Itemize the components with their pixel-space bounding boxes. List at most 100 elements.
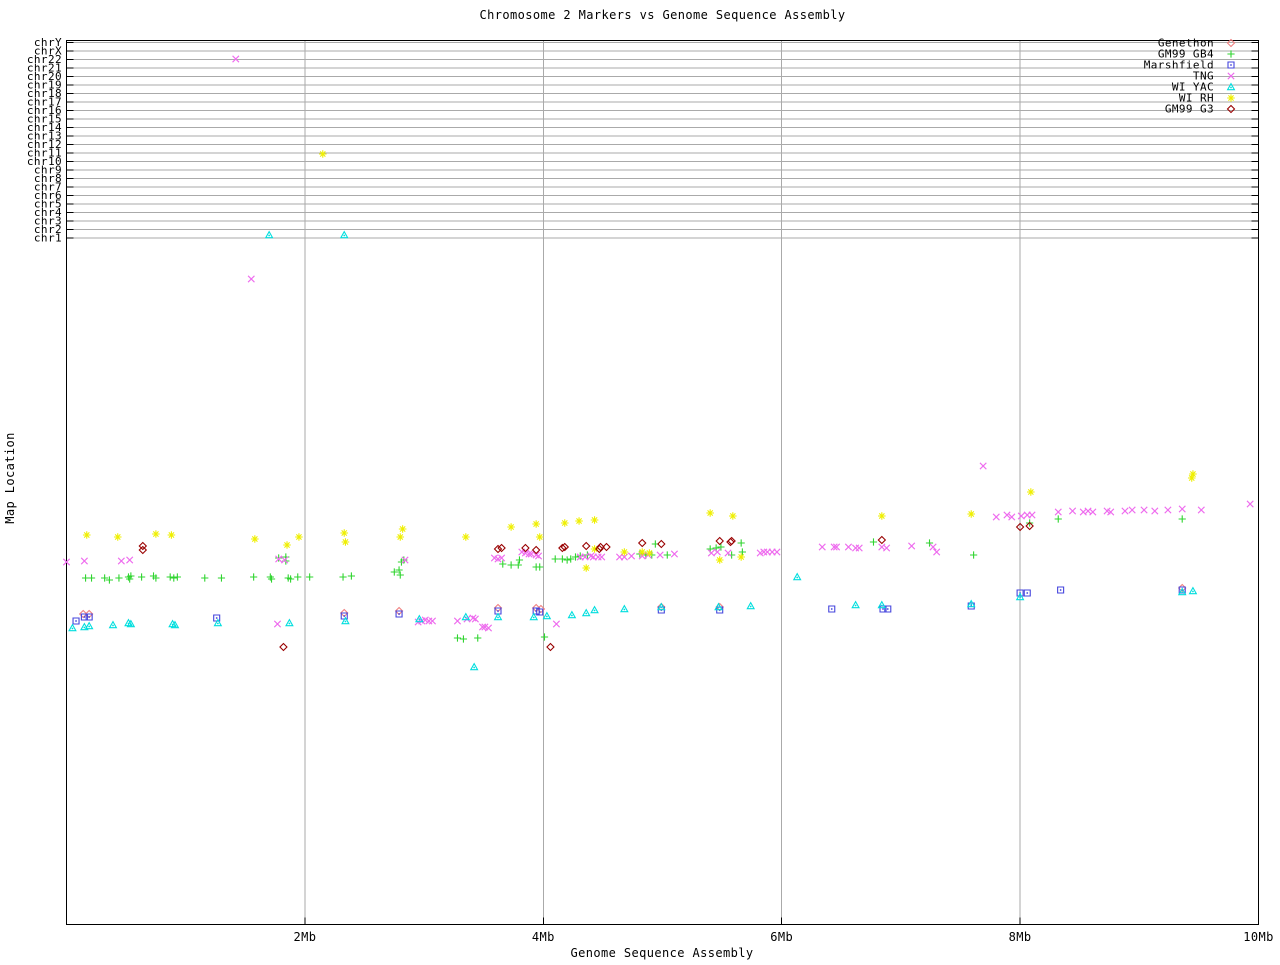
- data-point: [80, 557, 88, 565]
- data-point: [1027, 488, 1035, 496]
- data-point: [536, 563, 544, 571]
- marker-shape: [515, 556, 524, 564]
- legend-marker: [1226, 104, 1236, 114]
- marker-shape: [471, 615, 479, 623]
- marker-shape: [637, 538, 647, 548]
- data-point: [1068, 507, 1077, 515]
- marker-shape: [339, 573, 347, 581]
- data-point: [347, 572, 355, 580]
- data-point: [590, 605, 599, 614]
- marker-shape: [563, 556, 571, 564]
- marker-shape: [1197, 506, 1205, 514]
- marker-dot: [343, 234, 346, 237]
- data-point: [474, 634, 482, 642]
- data-point: [598, 553, 606, 561]
- marker-dot: [545, 615, 548, 618]
- marker-dot: [717, 606, 720, 609]
- marker-dot: [796, 576, 799, 579]
- data-point: [294, 573, 302, 581]
- y-axis-label: Map Location: [3, 432, 17, 524]
- marker-shape: [536, 563, 544, 571]
- marker-shape: [594, 553, 602, 561]
- data-point: [201, 574, 209, 582]
- marker-shape: [474, 634, 482, 642]
- marker-shape: [737, 539, 745, 547]
- marker-shape: [306, 573, 314, 581]
- marker-shape: [247, 275, 255, 283]
- data-point: [1054, 508, 1062, 516]
- data-point: [656, 551, 664, 559]
- data-point: [1121, 507, 1129, 515]
- marker-shape: [1178, 515, 1186, 523]
- x-tick-label: 4Mb: [532, 930, 555, 944]
- marker-shape: [507, 523, 515, 531]
- data-point: [1140, 506, 1148, 514]
- marker-shape: [273, 620, 282, 628]
- marker-shape: [663, 551, 671, 559]
- data-point: [992, 513, 1000, 521]
- data-point: [217, 574, 226, 582]
- marker-dot: [398, 613, 400, 615]
- data-point: [514, 561, 522, 569]
- data-point: [855, 544, 863, 552]
- data-point: [515, 556, 524, 564]
- legend-label: GM99 G3: [1165, 103, 1214, 116]
- marker-dot: [1026, 592, 1029, 594]
- marker-shape: [532, 520, 540, 528]
- data-point: [706, 509, 714, 517]
- marker-shape: [575, 517, 583, 525]
- marker-dot: [830, 608, 833, 610]
- marker-shape: [883, 544, 891, 552]
- data-point: [84, 621, 94, 630]
- data-point: [908, 542, 916, 550]
- legend-entry: GM99 G3: [1165, 103, 1236, 116]
- marker-shape: [558, 555, 566, 563]
- marker-dot: [749, 605, 752, 608]
- data-point: [738, 548, 746, 556]
- marker-shape: [878, 512, 886, 520]
- marker-shape: [294, 573, 302, 581]
- marker-shape: [717, 543, 725, 551]
- marker-shape: [587, 552, 595, 560]
- data-point: [250, 573, 258, 581]
- marker-shape: [117, 557, 125, 565]
- data-point: [459, 635, 468, 643]
- marker-dot: [88, 625, 91, 628]
- marker-dot: [215, 617, 218, 619]
- marker-shape: [166, 573, 174, 581]
- marker-shape: [726, 537, 735, 547]
- data-point: [428, 617, 437, 625]
- marker-shape: [279, 642, 288, 652]
- marker-dot: [882, 608, 884, 610]
- data-point: [1164, 506, 1172, 514]
- marker-dot: [1059, 589, 1062, 591]
- marker-shape: [582, 564, 591, 572]
- grid-layer: [66, 40, 1259, 925]
- marker-shape: [1178, 505, 1186, 513]
- marker-shape: [737, 553, 745, 561]
- marker-shape: [598, 553, 606, 561]
- marker-shape: [283, 541, 291, 549]
- marker-shape: [173, 573, 181, 581]
- marker-dot: [1181, 591, 1184, 594]
- marker-dot: [585, 612, 588, 615]
- data-point: [87, 574, 96, 582]
- data-point: [933, 548, 941, 556]
- data-point: [273, 620, 282, 628]
- marker-dot: [343, 615, 346, 617]
- data-point: [1017, 512, 1025, 520]
- marker-shape: [581, 541, 591, 551]
- marker-dot: [344, 620, 347, 623]
- marker-shape: [1017, 512, 1025, 520]
- axes-layer: [66, 40, 1259, 925]
- data-point: [558, 555, 566, 563]
- marker-dot: [75, 620, 77, 622]
- marker-dot: [538, 611, 541, 613]
- marker-shape: [295, 533, 303, 541]
- data-point: [637, 538, 647, 548]
- marker-shape: [727, 536, 736, 546]
- marker-shape: [933, 548, 941, 556]
- marker-shape: [170, 574, 178, 582]
- marker-dot: [216, 622, 219, 625]
- series-wi-rh: [82, 150, 1197, 572]
